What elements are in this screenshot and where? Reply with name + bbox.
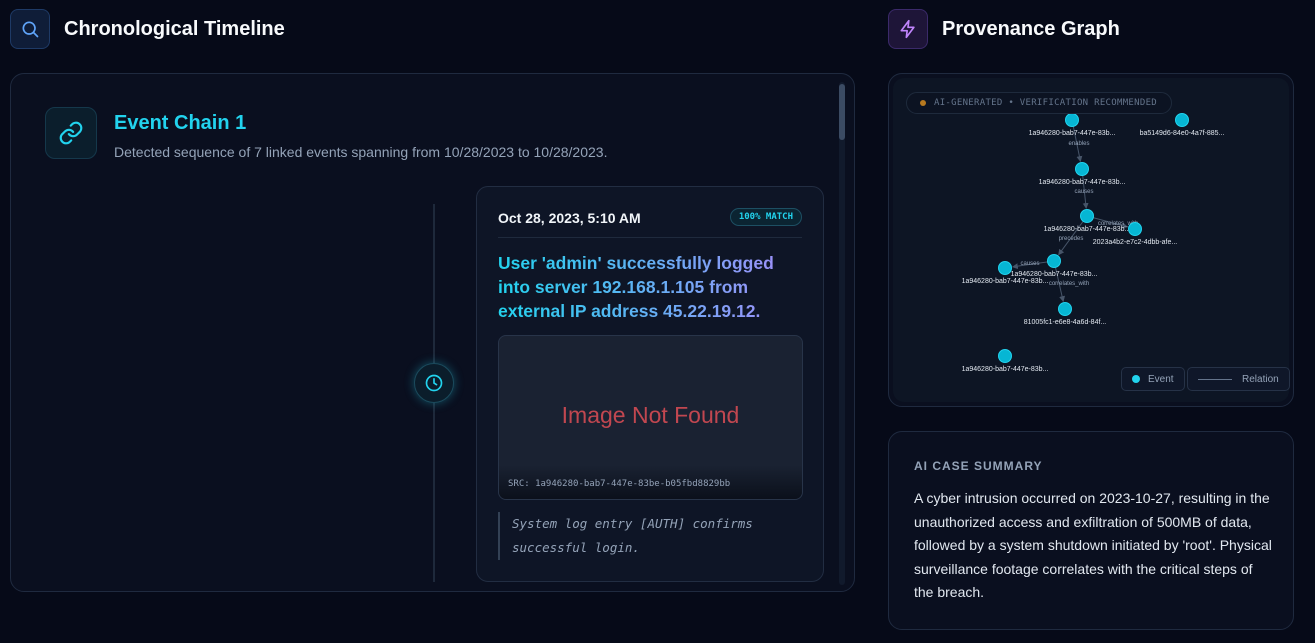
graph-node-label: 1a946280-bab7-447e-83b... [962, 278, 1049, 285]
warning-dot-icon [920, 100, 926, 106]
graph-node[interactable] [1058, 302, 1072, 316]
graph-node-label: 81005fc1-e6e8-4a6d-84f... [1024, 319, 1107, 326]
ai-generated-badge: AI-GENERATED • VERIFICATION RECOMMENDED [906, 92, 1173, 114]
graph-title: Provenance Graph [942, 17, 1120, 40]
graph-node[interactable] [1065, 113, 1079, 127]
graph-node-label: 1a946280-bab7-447e-83b... [962, 366, 1049, 373]
timeline-title: Chronological Timeline [64, 17, 285, 40]
evidence-image[interactable]: Image Not Found SRC: 1a946280-bab7-447e-… [498, 335, 803, 500]
graph-edge-label: causes [1020, 261, 1039, 267]
event-text: User 'admin' successfully logged into se… [498, 251, 804, 323]
legend-relation-label: Relation [1242, 373, 1279, 385]
link-icon [45, 107, 97, 159]
graph-panel[interactable]: enables causes correlates_with precedes caus… [888, 73, 1294, 407]
graph-node[interactable] [998, 261, 1012, 275]
summary-panel: AI CASE SUMMARY A cyber intrusion occurr… [888, 431, 1294, 630]
graph-node[interactable] [1047, 254, 1061, 268]
scrollbar-thumb[interactable] [839, 84, 845, 140]
event-date: Oct 28, 2023, 5:10 AM [498, 210, 641, 226]
event-dot-icon [1132, 375, 1140, 383]
graph-node[interactable] [1128, 222, 1142, 236]
graph-node-label: 2023a4b2-e7c2-4dbb-afe... [1093, 239, 1178, 246]
clock-icon [414, 363, 454, 403]
search-icon [10, 9, 50, 49]
graph-canvas[interactable]: enables causes correlates_with precedes caus… [893, 78, 1291, 404]
event-note: System log entry [AUTH] confirms success… [498, 512, 803, 560]
graph-node[interactable] [1080, 209, 1094, 223]
relation-line-icon [1198, 378, 1232, 380]
lightning-icon [888, 9, 928, 49]
event-chain-title: Event Chain 1 [114, 112, 247, 134]
ai-generated-label: AI-GENERATED • VERIFICATION RECOMMENDED [934, 98, 1158, 108]
graph-edge-label: precedes [1059, 236, 1084, 242]
image-src: SRC: 1a946280-bab7-447e-83be-b05fbd8829b… [499, 465, 802, 499]
legend-event-label: Event [1148, 373, 1174, 385]
graph-node-label: 1a946280-bab7-447e-83b... [1029, 130, 1116, 137]
graph-node-label: 1a946280-bab7-447e-83b... [1011, 271, 1098, 278]
graph-header: Provenance Graph [888, 9, 1120, 49]
graph-node[interactable] [998, 349, 1012, 363]
graph-edge-label: causes [1074, 189, 1093, 195]
graph-edge-label: enables [1068, 141, 1089, 147]
timeline-header: Chronological Timeline [10, 9, 285, 49]
summary-text: A cyber intrusion occurred on 2023-10-27… [914, 490, 1272, 600]
legend-relation: Relation [1187, 367, 1290, 391]
legend-event: Event [1121, 367, 1185, 391]
divider [498, 237, 802, 238]
event-chain-description: Detected sequence of 7 linked events spa… [114, 144, 608, 160]
event-card[interactable]: Oct 28, 2023, 5:10 AM 100% MATCH User 'a… [476, 186, 824, 582]
graph-node[interactable] [1075, 162, 1089, 176]
image-not-found-text: Image Not Found [561, 402, 740, 428]
match-badge: 100% MATCH [729, 208, 802, 226]
graph-node-label: ba5149d6-84e0-4a7f-885... [1140, 130, 1225, 137]
graph-node[interactable] [1175, 113, 1189, 127]
timeline-panel[interactable]: Event Chain 1 Detected sequence of 7 lin… [10, 73, 855, 592]
graph-node-label: 1a946280-bab7-447e-83b... [1039, 179, 1126, 186]
summary-title: AI CASE SUMMARY [914, 459, 1043, 473]
graph-node-label: 1a946280-bab7-447e-83b... [1044, 226, 1131, 233]
scrollbar[interactable] [839, 82, 845, 585]
graph-edge-label: correlates_with [1049, 281, 1089, 287]
graph-svg[interactable]: enables causes correlates_with precedes caus… [893, 78, 1291, 404]
